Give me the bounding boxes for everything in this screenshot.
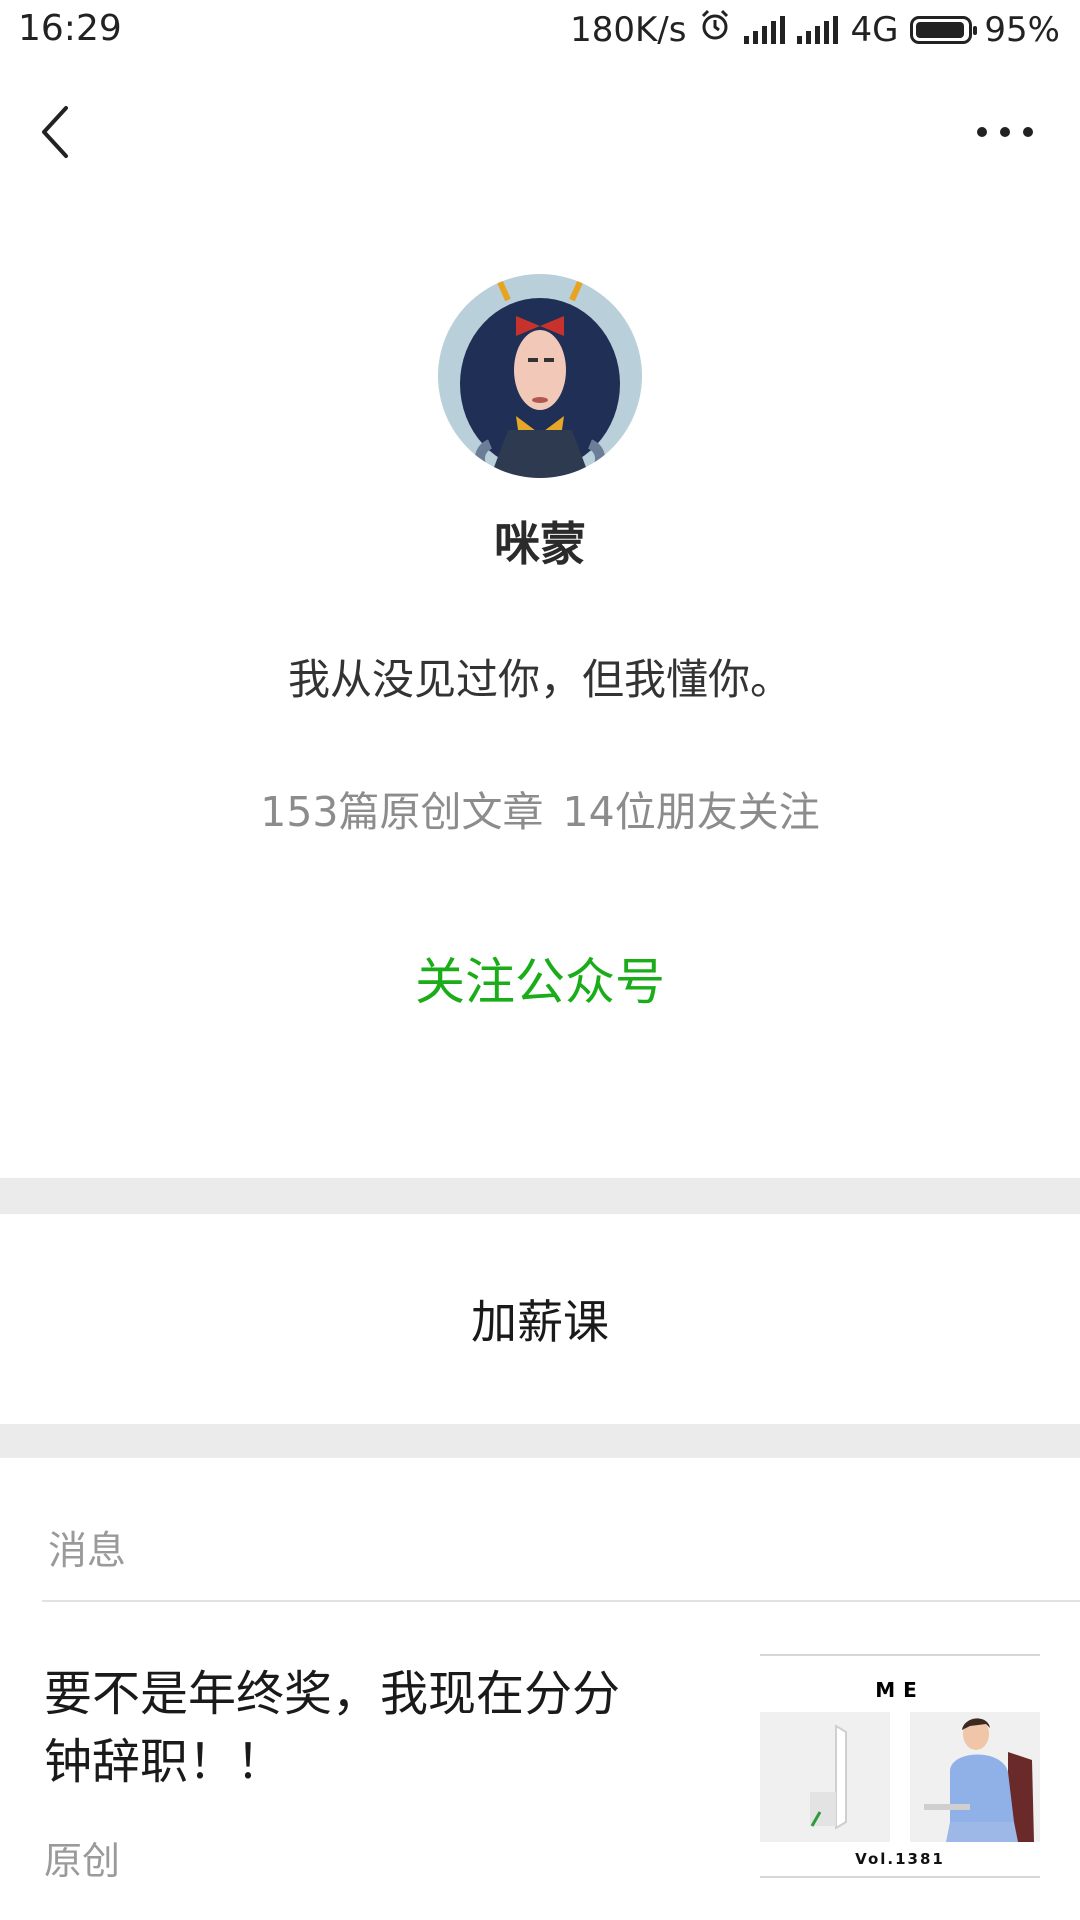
account-stats[interactable]: 153篇原创文章 14位朋友关注 <box>0 778 1080 838</box>
nav-bar <box>0 62 1080 202</box>
chevron-left-icon <box>42 106 68 158</box>
account-bio: 我从没见过你，但我懂你。 <box>287 655 792 704</box>
back-button[interactable] <box>30 102 90 162</box>
thumb-border <box>760 1654 1040 1656</box>
alarm-icon <box>698 8 732 51</box>
signal-icon <box>744 15 786 44</box>
battery-icon <box>910 15 978 44</box>
network-speed: 180K/s <box>570 9 687 50</box>
thumb-border <box>760 1876 1040 1878</box>
account-name: 咪蒙 <box>494 517 586 571</box>
messages-section-label: 消息 <box>48 1529 127 1574</box>
avatar[interactable] <box>438 274 642 478</box>
thumb-panel-right <box>910 1712 1040 1842</box>
status-bar: 16:29 180K/s 4G 95% <box>0 0 1080 62</box>
more-dots-icon <box>977 127 1033 137</box>
thumb-panel-left <box>760 1712 890 1842</box>
menu-item-raise-course[interactable]: 加薪课 <box>0 1214 1080 1424</box>
thumb-title: ME <box>875 1678 925 1702</box>
more-button[interactable] <box>960 102 1050 162</box>
status-time: 16:29 <box>18 8 122 49</box>
network-type: 4G <box>850 9 899 50</box>
battery-percent: 95% <box>984 9 1060 50</box>
status-right: 180K/s 4G 95% <box>570 8 1060 51</box>
follow-button[interactable]: 关注公众号 <box>0 942 1080 1014</box>
article-title: 要不是年终奖，我现在分分钟辞职！！ <box>44 1666 621 1790</box>
signal-icon <box>797 15 839 44</box>
thumb-volume: Vol.1381 <box>855 1850 945 1868</box>
article-item[interactable]: 要不是年终奖，我现在分分钟辞职！！ 原创 ME Vol.1381 <box>0 1602 1080 1920</box>
section-divider <box>0 1178 1080 1214</box>
article-thumbnail: ME Vol.1381 <box>760 1654 1040 1878</box>
article-original-tag: 原创 <box>44 1839 121 1883</box>
section-divider <box>0 1424 1080 1458</box>
